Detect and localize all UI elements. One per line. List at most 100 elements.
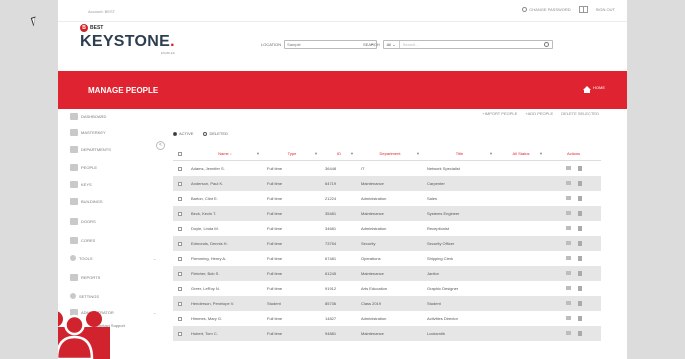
trash-icon[interactable] [577,241,582,246]
trash-icon[interactable] [577,166,582,171]
table-row[interactable]: Greer, LeRoy N. Full time 91912 Arts Educat… [173,281,601,296]
search-scope-select[interactable]: All ⌄ [384,41,400,48]
table-row[interactable]: Edmonds, Dennis H. Full time 73754 Security… [173,236,601,251]
row-checkbox[interactable] [173,271,187,276]
edit-icon[interactable] [565,166,571,170]
chevron-down-icon[interactable]: ⌄ [153,256,156,261]
row-checkbox[interactable] [173,226,187,231]
table-row[interactable]: Himmes, Mary G. Full time 14827 Administrat… [173,311,601,326]
sidebar-item-keys[interactable]: KEYS [70,181,92,188]
row-checkbox[interactable] [173,181,187,186]
sidebar-item-dashboard[interactable]: DASHBOARD [70,113,106,120]
filter-deleted-radio[interactable]: DELETED [203,131,228,136]
trash-icon[interactable] [577,301,582,306]
filter-icon[interactable]: ▼ [416,151,420,156]
row-checkbox[interactable] [173,211,187,216]
trash-icon[interactable] [577,226,582,231]
table-row[interactable]: Anderson, Paul K. Full time 64719 Maintenan… [173,176,601,191]
sidebar-item-masterkey[interactable]: MASTERKEY [70,129,106,136]
grid-icon[interactable] [578,6,588,13]
column-header-type[interactable]: Type ▼ [263,151,321,156]
edit-icon[interactable] [565,286,571,290]
filter-active-radio[interactable]: ACTIVE [173,131,193,136]
table-row[interactable]: Hubert, Tom C. Full time 94881 Maintenance L… [173,326,601,341]
edit-icon[interactable] [565,316,571,320]
import-people-button[interactable]: +IMPORT PEOPLE [482,111,517,116]
sidebar-item-buildings[interactable]: BUILDINGS [70,198,103,205]
chevron-down-icon[interactable]: ⌄ [153,310,156,315]
table-row[interactable]: Doyle, Linda M. Full time 34681 Administrat… [173,221,601,236]
table-row[interactable]: Beck, Kevin T. Full time 35481 Maintenance S… [173,206,601,221]
sign-out-link[interactable]: SIGN OUT [596,7,615,12]
row-checkbox[interactable] [173,241,187,246]
cell-name: Doyle, Linda M. [191,226,219,231]
search-input[interactable]: All ⌄ Search... [382,40,553,49]
column-header-status[interactable]: All Status ▼ [496,151,546,156]
edit-icon[interactable] [565,271,571,275]
sidebar-item-cores[interactable]: CORES [70,237,95,244]
table-row[interactable]: Barton, Clint E. Full time 21224 Administra… [173,191,601,206]
column-header-name[interactable]: Name ↓ ▼ [187,151,263,156]
select-all-checkbox[interactable] [173,151,187,156]
edit-icon[interactable] [565,226,571,230]
logo-name: KEYSTONE. [80,33,175,51]
filter-icon[interactable]: ▼ [256,151,260,156]
add-people-button[interactable]: +ADD PEOPLE [525,111,553,116]
trash-icon[interactable] [577,256,582,261]
filter-icon[interactable]: ▼ [539,151,543,156]
delete-selected-button[interactable]: DELETE SELECTED [561,111,599,116]
edit-icon[interactable] [565,256,571,260]
edit-icon[interactable] [565,301,571,305]
row-checkbox[interactable] [173,286,187,291]
change-password-link[interactable]: CHANGE PASSWORD [522,7,571,12]
sidebar-collapse-button[interactable]: < [156,141,165,150]
sidebar-item-doors[interactable]: DOORS [70,218,96,225]
filter-icon[interactable]: ▼ [314,151,318,156]
column-header-id[interactable]: ID ▼ [321,151,357,156]
sidebar-item-reports[interactable]: REPORTS [70,274,100,281]
account-label: Account: BEST [88,9,116,14]
row-checkbox[interactable] [173,316,187,321]
trash-icon[interactable] [577,316,582,321]
table-row[interactable]: Flemming, Henry A. Full time 67481 Operatio… [173,251,601,266]
sidebar-item-people[interactable]: PEOPLE [70,164,97,171]
row-checkbox[interactable] [173,256,187,261]
table-row[interactable]: Fletcher, Bob S. Full time 61245 Maintenanc… [173,266,601,281]
row-checkbox[interactable] [173,331,187,336]
column-header-title[interactable]: Title ▼ [423,151,496,156]
cell-name: Barton, Clint E. [191,196,218,201]
cell-actions [546,226,601,231]
logo-name-text: KEYSTONE [80,33,171,50]
column-header-label: Type [287,151,297,156]
home-link[interactable]: HOME [583,85,605,93]
row-checkbox[interactable] [173,166,187,171]
sidebar-item-settings[interactable]: SETTINGS [70,293,99,299]
column-header-department[interactable]: Department ▼ [357,151,423,156]
table-row[interactable]: Henderson, Penelope V. Student 85736 Class … [173,296,601,311]
edit-icon[interactable] [565,196,571,200]
row-checkbox[interactable] [173,301,187,306]
edit-icon[interactable] [565,331,571,335]
edit-icon[interactable] [565,181,571,185]
row-checkbox[interactable] [173,196,187,201]
edit-icon[interactable] [565,211,571,215]
search-icon[interactable] [543,42,549,47]
trash-icon[interactable] [577,271,582,276]
table-row[interactable]: Adams, Jennifer S. Full time 36448 IT Networ… [173,161,601,176]
sidebar-item-departments[interactable]: DEPARTMENTS [70,146,111,153]
cell-type: Full time [267,316,283,321]
trash-icon[interactable] [577,286,582,291]
filter-icon[interactable]: ▼ [489,151,493,156]
trash-icon[interactable] [577,211,582,216]
edit-icon[interactable] [565,241,571,245]
trash-icon[interactable] [577,196,582,201]
cell-type: Full time [267,181,283,186]
trash-icon[interactable] [577,181,582,186]
keystone-logo[interactable]: B BEST KEYSTONE. ENABLED [80,24,175,55]
sidebar-item-label: MASTERKEY [81,130,106,135]
filter-icon[interactable]: ▼ [350,151,354,156]
trash-icon[interactable] [577,331,582,336]
sidebar-item-tools[interactable]: TOOLS [70,255,93,261]
cell-title: Graphic Designer [427,286,459,291]
sidebar-item-label: DASHBOARD [81,114,107,119]
